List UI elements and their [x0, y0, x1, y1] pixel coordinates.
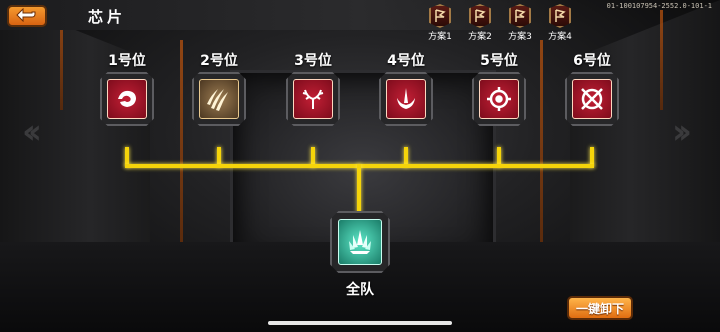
orange-light-strip: [180, 40, 183, 270]
chip-slot-button[interactable]: [379, 72, 433, 126]
plan-label: 方案1: [428, 32, 452, 42]
plan-label: 方案4: [548, 32, 572, 42]
team-label: 全队: [346, 282, 374, 298]
wall-chevron-decoration: ‹‹: [22, 112, 42, 152]
plan-tab-1[interactable]: 方案1: [424, 4, 456, 42]
unload-all-button[interactable]: 一键卸下: [567, 296, 633, 320]
home-indicator[interactable]: [268, 321, 452, 325]
plan-tab-2[interactable]: 方案2: [464, 4, 496, 42]
slot-label: 4号位: [387, 53, 425, 69]
plan-tab-4[interactable]: 方案4: [544, 4, 576, 42]
chip-slot-button[interactable]: [565, 72, 619, 126]
slot-6: 6号位: [562, 50, 622, 126]
claw-slash-icon: [199, 79, 239, 119]
slot-label: 2号位: [200, 53, 238, 69]
crystal-cluster-icon: [338, 219, 382, 265]
slot-label: 5号位: [480, 53, 518, 69]
slot-label: 3号位: [294, 53, 332, 69]
plan-tabs: 方案1 方案2 方案3 方案4: [424, 4, 576, 42]
plan-label: 方案2: [468, 32, 492, 42]
chip-slot-button[interactable]: [286, 72, 340, 126]
header-bar: 芯片 01-100107954-2552.0-101-1: [0, 0, 720, 30]
slot-3: 3号位: [283, 50, 343, 126]
slot-1: 1号位: [97, 50, 157, 126]
crossed-circle-icon: [572, 79, 612, 119]
back-button[interactable]: [7, 5, 47, 27]
chip-slot-button[interactable]: [100, 72, 154, 126]
page-title: 芯片: [88, 8, 127, 26]
dragon-emblem-icon: [107, 79, 147, 119]
slot-label: 1号位: [108, 53, 146, 69]
chip-slot-button[interactable]: [192, 72, 246, 126]
plan-label: 方案3: [508, 32, 532, 42]
plan-tab-3[interactable]: 方案3: [504, 4, 536, 42]
team-chip-button[interactable]: [330, 211, 390, 273]
plan-flag-icon: [469, 4, 491, 28]
antler-emblem-icon: [293, 79, 333, 119]
version-text: 01-100107954-2552.0-101-1: [606, 2, 712, 10]
plan-flag-icon: [509, 4, 531, 28]
slot-5: 5号位: [469, 50, 529, 126]
back-arrow-icon: [16, 7, 38, 26]
slot-2: 2号位: [189, 50, 249, 126]
wall-chevron-decoration: ››: [672, 112, 692, 152]
plan-flag-icon: [429, 4, 451, 28]
orange-light-strip: [540, 40, 543, 270]
slot-label: 6号位: [573, 53, 611, 69]
target-ring-icon: [479, 79, 519, 119]
plan-flag-icon: [549, 4, 571, 28]
chip-slot-button[interactable]: [472, 72, 526, 126]
slot-4: 4号位: [376, 50, 436, 126]
connector-trunk: [357, 164, 361, 214]
sword-emblem-icon: [386, 79, 426, 119]
team-slot: 全队: [328, 211, 392, 299]
